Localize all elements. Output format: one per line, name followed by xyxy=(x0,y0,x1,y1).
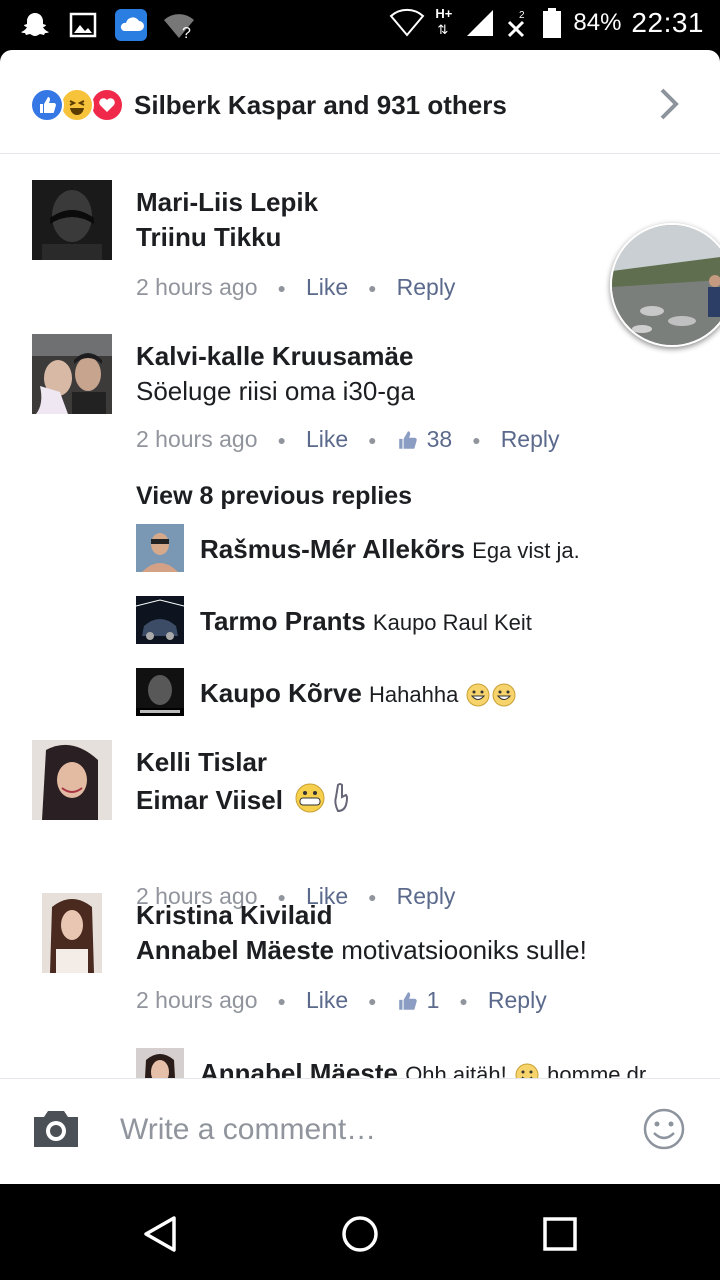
avatar[interactable] xyxy=(136,668,184,716)
reaction-icons xyxy=(30,88,126,122)
battery-icon xyxy=(543,8,562,38)
comment-input[interactable] xyxy=(120,1105,620,1155)
like-button[interactable]: Like xyxy=(306,426,348,453)
reactions-summary[interactable]: Silberk Kaspar and 931 others xyxy=(0,50,720,154)
android-nav-bar xyxy=(0,1184,720,1280)
comment-composer xyxy=(0,1078,720,1184)
mentioned-user[interactable]: Eimar Viisel xyxy=(136,785,283,815)
mentioned-user[interactable]: Annabel Mäeste xyxy=(136,935,334,965)
signal-sim1-icon xyxy=(467,10,494,36)
commenter-name[interactable]: Mari-Liis Lepik xyxy=(136,185,318,219)
gallery-icon xyxy=(69,12,97,38)
home-icon[interactable] xyxy=(340,1214,380,1254)
comment-text[interactable]: Triinu Tikku xyxy=(136,219,318,255)
reply-item: Tarmo Prants Kaupo Raul Keit xyxy=(135,596,720,644)
avatar[interactable] xyxy=(136,524,184,572)
thumbs-up-icon xyxy=(398,430,417,449)
battery-percent: 84% xyxy=(573,9,622,36)
wifi-unknown-icon: ? xyxy=(164,14,194,42)
status-bar: ? H+ ⇅ 2 84% 22:31 xyxy=(0,0,720,50)
emoji-picker-icon[interactable] xyxy=(642,1107,686,1151)
comment-time[interactable]: 2 hours ago xyxy=(136,426,257,453)
love-reaction-icon xyxy=(90,88,124,122)
commenter-name[interactable]: Kelli Tislar xyxy=(136,745,360,779)
comment-actions: 2 hours ago ● Like ● 38 ● Reply xyxy=(136,426,560,453)
avatar[interactable] xyxy=(135,596,185,644)
likes-count[interactable]: 1 xyxy=(397,987,439,1014)
avatar[interactable] xyxy=(42,893,102,973)
camera-icon[interactable] xyxy=(30,1107,82,1151)
comment-item: Kalvi-kalle Kruusamäe Söeluge riisi oma … xyxy=(0,334,720,484)
avatar[interactable] xyxy=(32,334,112,414)
reply-button[interactable]: Reply xyxy=(488,987,547,1014)
reply-text: Kaupo Raul Keit xyxy=(372,610,532,635)
haha-reaction-icon xyxy=(60,88,94,122)
grinning-emoji-icon xyxy=(466,683,516,707)
reply-item: Kaupo Kõrve Hahahha xyxy=(136,668,720,716)
reply-item: Rašmus-Mér Allekõrs Ega vist ja. xyxy=(136,524,720,572)
grin-and-point-emoji-icon xyxy=(295,783,349,813)
comment-time[interactable]: 2 hours ago xyxy=(136,987,257,1014)
like-button[interactable]: Like xyxy=(306,987,348,1014)
comment-item: Kelli Tislar Eimar Viisel 2 hours ago ● … xyxy=(0,740,720,909)
likes-count[interactable]: 38 xyxy=(397,426,452,453)
reply-button[interactable]: Reply xyxy=(501,426,560,453)
avatar[interactable] xyxy=(32,740,112,820)
reactions-summary-text: Silberk Kaspar and 931 others xyxy=(134,90,507,120)
network-type-icon: H+ ⇅ xyxy=(435,6,453,37)
svg-text:?: ? xyxy=(182,25,191,42)
recents-icon[interactable] xyxy=(540,1214,580,1254)
svg-text:2: 2 xyxy=(519,10,525,21)
reply-text: Ega vist ja. xyxy=(472,538,580,563)
comment-item: Mari-Liis Lepik Triinu Tikku 2 hours ago… xyxy=(0,180,720,330)
cloud-app-icon xyxy=(115,9,147,41)
reply-author[interactable]: Rašmus-Mér Allekõrs xyxy=(200,534,465,564)
comment-text: Söeluge riisi oma i30-ga xyxy=(136,376,415,406)
avatar[interactable] xyxy=(32,180,112,260)
like-reaction-icon xyxy=(30,88,64,122)
signal-sim2-off-icon: 2 xyxy=(508,10,525,38)
comment-text: motivatsiooniks sulle! xyxy=(341,935,587,965)
reply-author[interactable]: Tarmo Prants xyxy=(200,606,366,636)
comment-time[interactable]: 2 hours ago xyxy=(136,274,257,301)
reply-author[interactable]: Kaupo Kõrve xyxy=(200,678,362,708)
wifi-outline-icon xyxy=(389,8,425,37)
comment-item: Kristina Kivilaid Annabel Mäeste motivat… xyxy=(0,893,720,1043)
chevron-right-icon[interactable] xyxy=(654,86,684,122)
thumbs-up-icon xyxy=(398,991,417,1010)
commenter-name[interactable]: Kristina Kivilaid xyxy=(136,898,587,932)
clock: 22:31 xyxy=(631,7,704,38)
reply-text: Hahahha xyxy=(369,682,459,707)
comments-sheet: Silberk Kaspar and 931 others Mari-Liis … xyxy=(0,50,720,1184)
snapchat-icon xyxy=(21,13,49,36)
commenter-name[interactable]: Kalvi-kalle Kruusamäe xyxy=(136,339,415,373)
reply-button[interactable]: Reply xyxy=(397,274,456,301)
comment-actions: 2 hours ago ● Like ● Reply xyxy=(136,274,456,301)
back-icon[interactable] xyxy=(140,1214,180,1254)
comment-actions: 2 hours ago ● Like ● 1 ● Reply xyxy=(136,987,547,1014)
like-button[interactable]: Like xyxy=(306,274,348,301)
view-previous-replies[interactable]: View 8 previous replies xyxy=(136,482,412,511)
